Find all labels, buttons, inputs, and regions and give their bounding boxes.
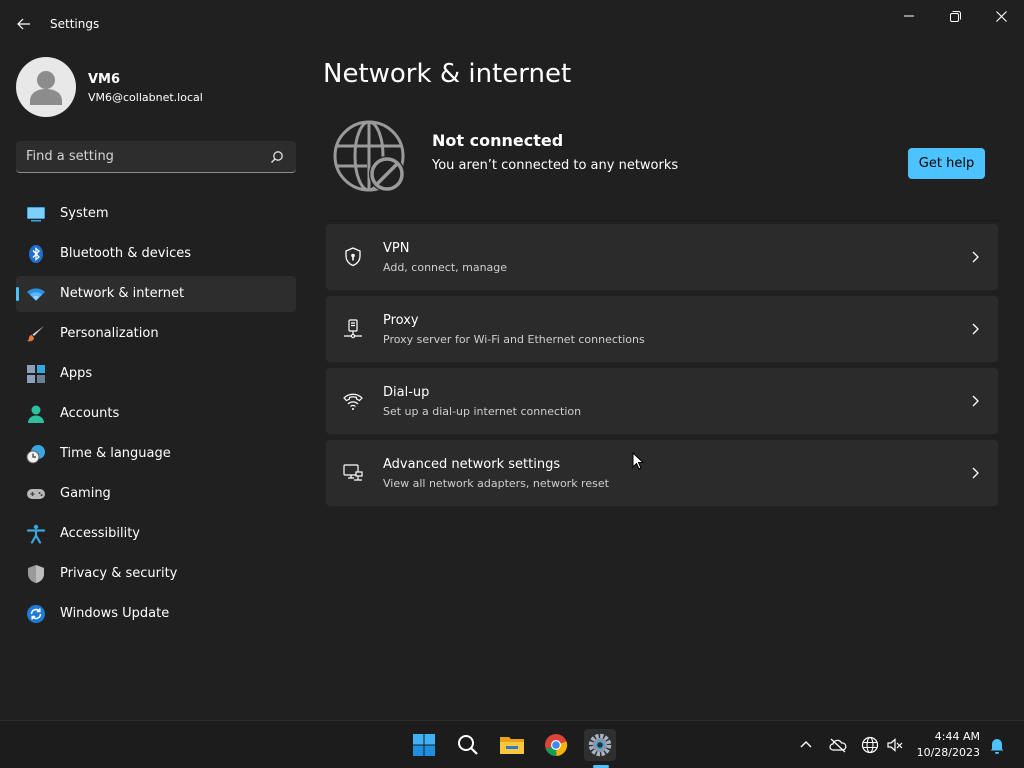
card-subtitle: View all network adapters, network reset <box>383 477 609 490</box>
globe-network-icon[interactable] <box>861 736 879 754</box>
search-box[interactable] <box>16 141 296 173</box>
globe-disconnected-icon <box>333 120 405 192</box>
connection-status-description: You aren’t connected to any networks <box>432 158 679 173</box>
start-icon <box>413 734 435 756</box>
mouse-cursor-icon <box>632 452 644 470</box>
clock-time[interactable]: 4:44 AM <box>920 730 980 743</box>
restore-icon <box>949 10 961 22</box>
chrome-icon <box>545 734 568 757</box>
sidebar-item-apps[interactable]: Apps <box>16 356 296 392</box>
sidebar-item-label: Privacy & security <box>60 566 178 581</box>
person-icon <box>28 405 44 423</box>
dialup-card[interactable]: Dial-up Set up a dial-up internet connec… <box>326 368 998 434</box>
volume-muted-icon[interactable] <box>886 736 904 754</box>
sidebar-item-label: Gaming <box>60 486 111 501</box>
sidebar-item-time-language[interactable]: Time & language <box>16 436 296 472</box>
title-bar: Settings <box>0 0 1024 48</box>
proxy-icon <box>344 319 362 339</box>
sidebar-item-label: Personalization <box>60 326 159 341</box>
accessibility-icon <box>26 524 46 544</box>
advanced-network-card[interactable]: Advanced network settings View all netwo… <box>326 440 998 506</box>
sidebar-item-system[interactable]: System <box>16 196 296 232</box>
start-button[interactable] <box>408 729 440 761</box>
dialup-icon <box>343 393 363 410</box>
chrome-button[interactable] <box>540 729 572 761</box>
chevron-right-icon <box>972 395 979 407</box>
clock-globe-icon <box>26 445 45 464</box>
connection-status-title: Not connected <box>432 131 564 150</box>
sidebar-item-bluetooth[interactable]: Bluetooth & devices <box>16 236 296 272</box>
onedrive-offline-icon[interactable] <box>829 736 847 754</box>
chevron-up-icon[interactable] <box>797 736 815 754</box>
avatar[interactable] <box>16 57 76 117</box>
taskbar-search-button[interactable] <box>452 729 484 761</box>
taskbar: 4:44 AM 10/28/2023 <box>0 720 1024 768</box>
sidebar-item-label: Accounts <box>60 406 120 421</box>
brush-icon <box>27 326 44 342</box>
user-name: VM6 <box>88 72 121 87</box>
minimize-button[interactable] <box>886 0 932 32</box>
vpn-card[interactable]: VPN Add, connect, manage <box>326 224 998 290</box>
restore-button[interactable] <box>932 0 978 32</box>
network-adapter-icon <box>343 464 363 481</box>
sidebar-item-label: System <box>60 206 109 221</box>
sidebar-item-label: Apps <box>60 366 93 381</box>
sidebar-item-accounts[interactable]: Accounts <box>16 396 296 432</box>
search-input[interactable] <box>16 141 296 172</box>
sidebar-item-windows-update[interactable]: Windows Update <box>16 596 296 632</box>
proxy-card[interactable]: Proxy Proxy server for Wi-Fi and Etherne… <box>326 296 998 362</box>
page-title: Network & internet <box>323 59 572 89</box>
sidebar-item-label: Bluetooth & devices <box>60 246 191 261</box>
notification-bell-icon[interactable] <box>988 736 1006 754</box>
search-icon <box>271 151 283 163</box>
search-icon <box>458 735 478 755</box>
sidebar-item-gaming[interactable]: Gaming <box>16 476 296 512</box>
vpn-shield-icon <box>345 247 361 267</box>
update-icon <box>27 605 45 623</box>
gamepad-icon <box>27 489 45 499</box>
shield-icon <box>28 565 44 583</box>
minimize-icon <box>904 15 914 17</box>
user-email: VM6@collabnet.local <box>88 91 203 104</box>
settings-icon <box>588 733 612 757</box>
get-help-button[interactable]: Get help <box>908 148 985 179</box>
monitor-icon <box>27 207 45 222</box>
close-button[interactable] <box>978 0 1024 32</box>
file-explorer-icon <box>500 737 524 754</box>
card-title: Proxy <box>383 313 419 328</box>
card-subtitle: Set up a dial-up internet connection <box>383 405 582 418</box>
user-silhouette-icon <box>30 71 62 105</box>
card-title: Advanced network settings <box>383 457 561 472</box>
chevron-right-icon <box>972 323 979 335</box>
close-icon <box>995 10 1007 22</box>
sidebar-item-label: Windows Update <box>60 606 170 621</box>
sidebar-item-privacy[interactable]: Privacy & security <box>16 556 296 592</box>
sidebar-item-accessibility[interactable]: Accessibility <box>16 516 296 552</box>
clock-date[interactable]: 10/28/2023 <box>910 746 980 759</box>
sidebar-item-label: Network & internet <box>60 286 185 301</box>
card-subtitle: Proxy server for Wi-Fi and Ethernet conn… <box>383 333 645 346</box>
sidebar-item-label: Accessibility <box>60 526 140 541</box>
sidebar-item-label: Time & language <box>60 446 171 461</box>
chevron-right-icon <box>972 467 979 479</box>
sidebar-item-personalization[interactable]: Personalization <box>16 316 296 352</box>
bluetooth-icon <box>29 245 43 263</box>
sidebar-nav: System Bluetooth & devices Network & int… <box>16 196 296 636</box>
apps-icon <box>27 365 45 383</box>
back-button[interactable] <box>10 10 38 38</box>
card-subtitle: Add, connect, manage <box>383 261 508 274</box>
settings-taskbar-button[interactable] <box>584 729 616 761</box>
sidebar-item-network[interactable]: Network & internet <box>16 276 296 312</box>
section-divider <box>326 220 998 221</box>
chevron-right-icon <box>972 251 979 263</box>
app-title: Settings <box>50 17 100 31</box>
card-title: VPN <box>383 241 410 256</box>
file-explorer-button[interactable] <box>496 729 528 761</box>
arrow-left-icon <box>17 18 30 30</box>
wifi-icon <box>27 288 45 301</box>
card-title: Dial-up <box>383 385 430 400</box>
